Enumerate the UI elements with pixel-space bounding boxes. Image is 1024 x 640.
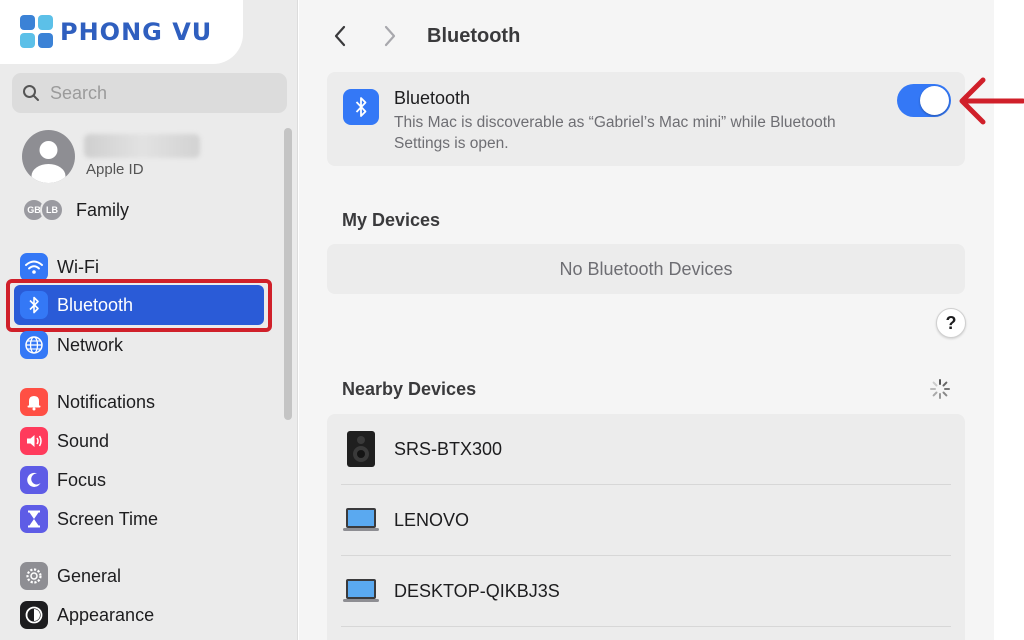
toolbar: Bluetooth <box>299 14 994 58</box>
laptop-icon <box>341 571 381 611</box>
divider <box>341 626 951 627</box>
bluetooth-setting-description: This Mac is discoverable as “Gabriel’s M… <box>394 114 836 152</box>
sidebar-item-label: Wi-Fi <box>57 256 99 277</box>
device-name: LENOVO <box>394 509 470 530</box>
moon-icon <box>20 466 48 494</box>
bluetooth-setting-card: Bluetooth This Mac is discoverable as “G… <box>327 72 965 166</box>
sidebar-item-appearance[interactable]: Appearance <box>20 599 265 631</box>
bluetooth-icon <box>343 89 379 125</box>
appearance-icon <box>20 601 48 629</box>
hourglass-icon <box>20 505 48 533</box>
logo-mark-icon <box>20 15 54 49</box>
apple-id-label: Apple ID <box>86 161 144 178</box>
main-pane: Bluetooth Bluetooth This Mac is discover… <box>299 0 994 640</box>
search-icon <box>23 85 39 101</box>
sidebar-item-label: Network <box>57 334 124 355</box>
bell-icon <box>20 388 48 416</box>
device-name: SRS-BTX300 <box>394 438 503 459</box>
list-item[interactable]: LENOVO <box>327 485 965 555</box>
loading-spinner-icon <box>930 379 950 399</box>
sidebar-item-label: General <box>57 565 122 586</box>
search-field[interactable]: Search <box>12 73 287 113</box>
my-devices-heading: My Devices <box>342 210 441 230</box>
bluetooth-toggle[interactable] <box>897 84 951 117</box>
nearby-devices-list: SRS-BTX300 LENOVO DESKTOP-QIKBJ3S <box>327 414 965 640</box>
sidebar-scrollbar[interactable] <box>284 128 292 420</box>
toggle-knob <box>920 86 949 115</box>
account-name-redacted <box>84 134 200 158</box>
nearby-devices-heading: Nearby Devices <box>342 379 477 399</box>
sidebar-item-screen-time[interactable]: Screen Time <box>20 503 265 535</box>
chevron-left-icon <box>334 25 346 47</box>
apple-id-account[interactable]: Apple ID <box>22 130 282 185</box>
gear-icon <box>20 562 48 590</box>
my-devices-list: No Bluetooth Devices <box>327 244 965 294</box>
sidebar-item-label: Appearance <box>57 604 155 625</box>
sidebar-item-sound[interactable]: Sound <box>20 425 265 457</box>
annotation-arrow-icon <box>959 77 1024 125</box>
brand-name: PHONG VU <box>60 18 213 46</box>
avatar <box>22 130 75 183</box>
sidebar-item-label: Notifications <box>57 391 156 412</box>
sidebar: PHONG VU Search Apple ID GB LB Family Wi… <box>0 0 298 640</box>
brand-logo: PHONG VU <box>0 0 243 64</box>
sidebar-item-label: Sound <box>57 430 110 451</box>
forward-button[interactable] <box>375 21 405 51</box>
globe-icon <box>20 331 48 359</box>
sidebar-item-label: Bluetooth <box>57 294 134 315</box>
speaker-device-icon <box>341 429 381 469</box>
sidebar-item-label: Screen Time <box>57 508 159 529</box>
wifi-icon <box>20 253 48 281</box>
sidebar-item-label: Focus <box>57 469 107 490</box>
bluetooth-setting-title: Bluetooth <box>394 88 471 108</box>
sidebar-item-bluetooth[interactable]: Bluetooth <box>14 285 264 325</box>
speaker-icon <box>20 427 48 455</box>
sidebar-item-notifications[interactable]: Notifications <box>20 386 265 418</box>
family-label: Family <box>76 199 129 220</box>
search-placeholder: Search <box>50 82 108 103</box>
device-name: DESKTOP-QIKBJ3S <box>394 580 560 601</box>
back-button[interactable] <box>325 21 355 51</box>
sidebar-item-general[interactable]: General <box>20 560 265 592</box>
family-avatar: LB <box>40 198 64 222</box>
bluetooth-icon <box>20 291 48 319</box>
sidebar-item-network[interactable]: Network <box>20 329 265 361</box>
sidebar-item-wifi[interactable]: Wi-Fi <box>20 251 265 283</box>
help-button[interactable]: ? <box>936 308 966 338</box>
list-item[interactable]: SRS-BTX300 <box>327 414 965 484</box>
family-item[interactable]: GB LB Family <box>22 196 129 224</box>
list-item[interactable]: DESKTOP-QIKBJ3S <box>327 556 965 626</box>
laptop-icon <box>341 500 381 540</box>
chevron-right-icon <box>384 25 396 47</box>
empty-state-text: No Bluetooth Devices <box>559 258 733 279</box>
sidebar-item-focus[interactable]: Focus <box>20 464 265 496</box>
page-title: Bluetooth <box>427 24 521 47</box>
